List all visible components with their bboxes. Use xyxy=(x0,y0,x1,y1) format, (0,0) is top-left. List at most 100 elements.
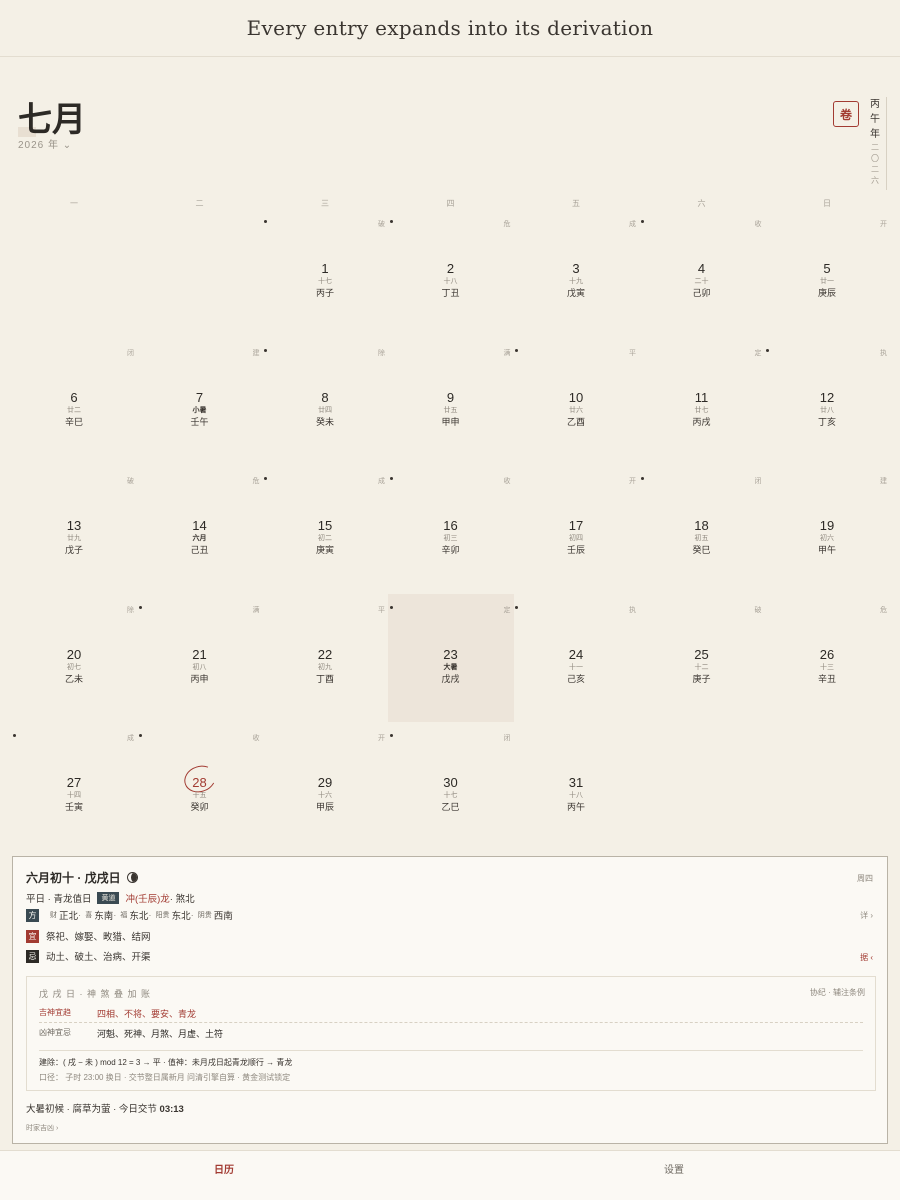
day-officer: 开 xyxy=(629,478,636,485)
day-cell[interactable]: 危 14 六月 己丑 xyxy=(137,465,263,593)
lunar-date: 廿九 xyxy=(67,535,81,542)
day-officer: 收 xyxy=(503,478,511,485)
day-officer: 破 xyxy=(127,478,134,485)
day-cell[interactable]: 破 1 十七 丙子 xyxy=(262,208,388,336)
detail-link[interactable]: 详 › xyxy=(860,910,873,921)
moon-phase-icon xyxy=(126,872,138,883)
day-officer: 执 xyxy=(880,349,887,357)
day-cell[interactable]: 除 20 初七 乙未 xyxy=(11,594,137,722)
day-cell[interactable]: 破 25 十二 庚子 xyxy=(639,594,765,722)
day-cell[interactable]: 31 十八 丙午 xyxy=(513,722,639,850)
day-cell[interactable]: 定 23 大暑 戊戌 xyxy=(387,593,514,722)
derivation-reference[interactable]: 协纪 · 辅注条例 xyxy=(810,987,865,998)
day-number: 7 xyxy=(195,389,204,405)
day-cell[interactable]: 执 24 十一 己亥 xyxy=(513,594,639,722)
day-cell[interactable]: 建 7 小暑 壬午 xyxy=(137,337,263,465)
day-cell[interactable]: 成 3 十九 戊寅 xyxy=(513,208,639,336)
event-dot xyxy=(515,348,518,352)
day-officer: 危 xyxy=(252,478,260,485)
ganzhi: 己卯 xyxy=(692,288,711,298)
lunar-date: 初六 xyxy=(820,535,834,542)
day-number: 3 xyxy=(572,261,580,276)
day-officer: 成 xyxy=(127,735,134,742)
day-cell[interactable]: 平 22 初九 丁酉 xyxy=(262,594,388,722)
day-number: 20 xyxy=(66,646,82,662)
bad-gods-text: 河魁、死神、月煞、月虚、土符 xyxy=(97,1029,224,1039)
ganzhi: 丙戌 xyxy=(692,416,711,427)
directions-badge: 方 xyxy=(26,908,39,922)
ganzhi: 丙子 xyxy=(315,288,334,298)
solar-term-time: 03:13 xyxy=(159,1104,184,1115)
lunar-date: 六月 xyxy=(192,535,207,542)
day-officer: 危 xyxy=(880,606,887,614)
day-officer: 建 xyxy=(252,349,260,357)
ganzhi: 丙午 xyxy=(566,802,585,812)
scroll-view-button[interactable]: 卷 xyxy=(833,101,859,127)
lunar-date: 廿一 xyxy=(820,278,834,285)
day-cell[interactable]: 危 26 十三 辛丑 xyxy=(764,594,890,722)
direction-key: 财 xyxy=(50,912,57,919)
day-cell[interactable]: 定 11 廿七 丙戌 xyxy=(639,337,765,465)
event-dot xyxy=(515,605,518,609)
day-cell[interactable]: 开 5 廿一 庚辰 xyxy=(764,208,890,336)
day-cell[interactable]: 除 8 廿四 癸未 xyxy=(262,337,388,465)
direction-key: 喜 xyxy=(85,912,93,919)
day-cell[interactable]: 闭 30 十七 乙巳 xyxy=(388,722,514,850)
day-cell[interactable]: 收 28 十五 癸卯 xyxy=(137,722,263,850)
day-cell[interactable]: 满 9 廿五 甲申 xyxy=(388,337,514,465)
day-officer-row: 平日 · 青龙值日 黄道 冲(壬辰)龙 · 煞北 xyxy=(26,891,195,905)
day-cell[interactable]: 开 17 初四 壬辰 xyxy=(513,465,639,593)
event-dot xyxy=(138,734,142,737)
year-selector[interactable]: 2026 年 ⌄ xyxy=(18,136,72,151)
direction-key: 阳贵 xyxy=(155,912,170,919)
day-officer: 满 xyxy=(252,606,260,614)
lunar-date: 初九 xyxy=(318,663,332,671)
separator: · xyxy=(148,909,152,921)
lunar-date: 初二 xyxy=(318,535,332,542)
ganzhi: 丙申 xyxy=(190,673,209,684)
day-number: 16 xyxy=(443,518,458,533)
day-cell[interactable]: 执 12 廿八 丁亥 xyxy=(764,337,890,465)
hour-fortune-link[interactable]: 时家吉凶 › xyxy=(26,1123,58,1133)
day-cell[interactable]: 危 2 十八 丁丑 xyxy=(388,208,514,336)
day-cell[interactable]: 平 10 廿六 乙酉 xyxy=(513,337,639,465)
ganzhi: 乙巳 xyxy=(441,802,460,812)
day-officer: 成 xyxy=(629,221,636,228)
ganzhi: 壬午 xyxy=(190,416,209,427)
lunar-date: 十一 xyxy=(569,663,583,671)
lunar-date: 廿二 xyxy=(67,406,81,414)
tab-settings[interactable]: 设置 xyxy=(634,1161,714,1176)
event-dot xyxy=(264,348,267,352)
day-officer: 开 xyxy=(880,221,887,228)
day-cell[interactable]: 成 27 十四 壬寅 xyxy=(11,722,137,850)
day-cell[interactable]: 建 19 初六 甲午 xyxy=(764,465,890,593)
lunar-date: 廿七 xyxy=(694,406,709,414)
day-number: 1 xyxy=(321,261,329,276)
solar-term-line: 大暑初候 · 腐草为萤 · 今日交节 03:13 xyxy=(26,1104,184,1115)
day-cell[interactable]: 闭 18 初五 癸巳 xyxy=(639,465,765,593)
day-number: 27 xyxy=(66,775,82,790)
day-cell[interactable]: 成 15 初二 庚寅 xyxy=(262,465,388,593)
day-cell[interactable]: 开 29 十六 甲辰 xyxy=(262,722,388,850)
month-title: 七月 xyxy=(18,92,86,141)
basis-toggle[interactable]: 据 ‹ xyxy=(860,952,873,963)
tab-calendar[interactable]: 日历 xyxy=(184,1161,264,1176)
day-cell[interactable]: 破 13 廿九 戊子 xyxy=(11,465,137,593)
day-cell[interactable]: 收 16 初三 辛卯 xyxy=(388,465,514,593)
ganzhi: 甲午 xyxy=(817,545,836,555)
day-number: 18 xyxy=(694,518,709,533)
day-officer: 执 xyxy=(629,606,636,614)
day-cell[interactable]: 收 4 二十 己卯 xyxy=(639,208,765,336)
vertical-year-label: 丙午年二〇二六 xyxy=(868,97,882,186)
separator: · xyxy=(190,909,194,921)
vertical-year-char: 年 xyxy=(870,129,880,140)
lunar-date: 十八 xyxy=(569,792,583,799)
yi-badge: 宜 xyxy=(26,929,39,943)
day-cell[interactable]: 闭 6 廿二 辛巳 xyxy=(11,337,137,465)
detail-weekday: 周四 xyxy=(857,874,873,883)
ganzhi: 丁酉 xyxy=(315,673,334,684)
event-dot xyxy=(264,477,267,480)
ganzhi: 甲辰 xyxy=(315,802,334,812)
day-cell[interactable]: 满 21 初八 丙申 xyxy=(137,594,263,722)
event-dot xyxy=(640,477,644,480)
